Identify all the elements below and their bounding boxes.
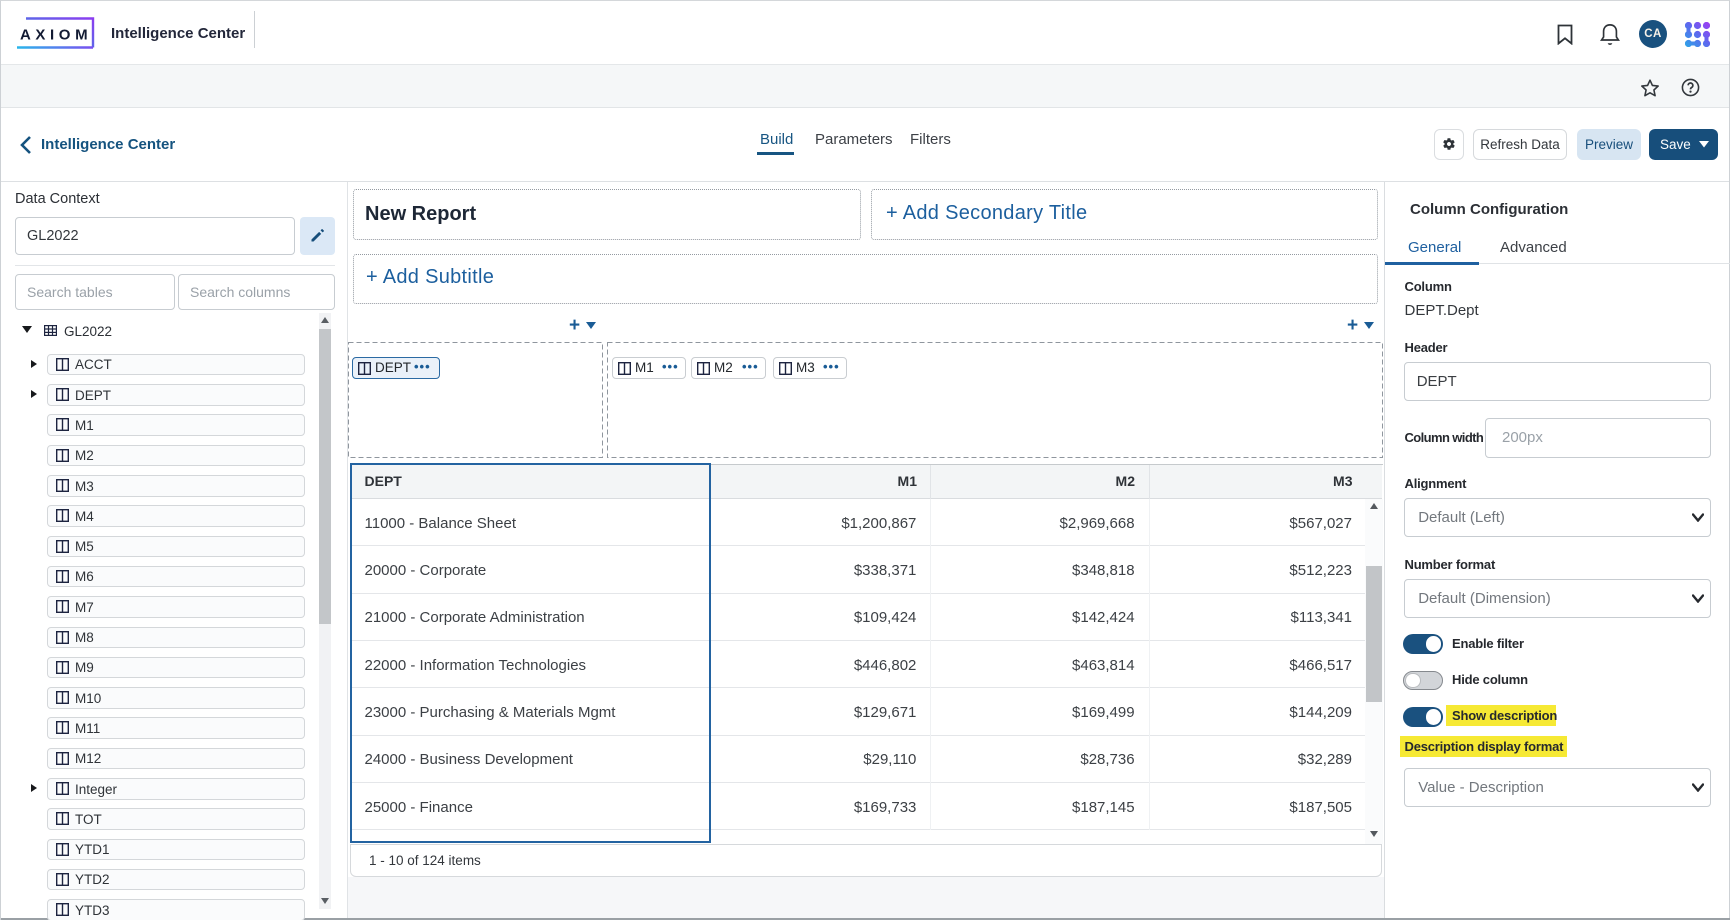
svg-text:AXIOM: AXIOM bbox=[20, 27, 92, 44]
